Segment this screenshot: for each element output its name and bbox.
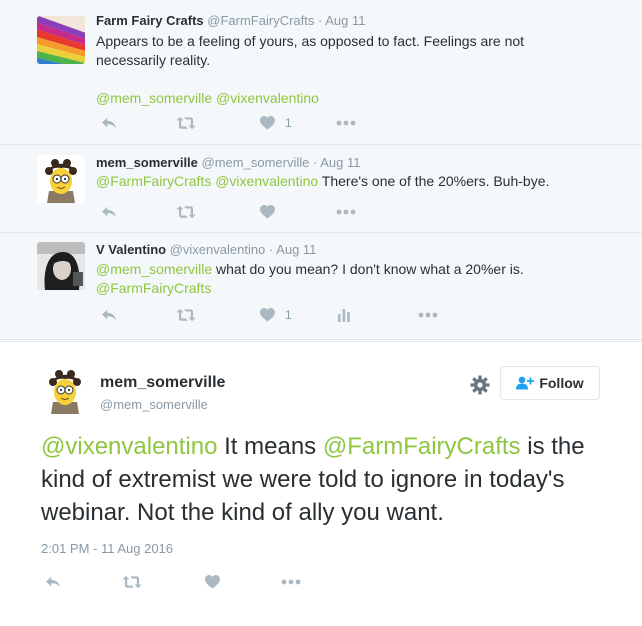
- like-count: 1: [285, 116, 292, 130]
- analytics-icon[interactable]: [338, 305, 350, 325]
- reply-mention[interactable]: @mem_somerville: [96, 261, 212, 277]
- author-name[interactable]: mem_somerville: [100, 374, 225, 392]
- tweet-mem-somerville[interactable]: mem_somerville @mem_somerville · Aug 11 …: [0, 145, 642, 233]
- retweet-icon[interactable]: [176, 113, 196, 133]
- heart-icon[interactable]: [205, 572, 220, 592]
- tweet-text-part: It means: [224, 433, 317, 460]
- like-count: 1: [285, 308, 292, 322]
- tweet-date[interactable]: Aug 11: [320, 155, 360, 170]
- add-user-icon: [516, 376, 535, 390]
- more-icon[interactable]: [418, 305, 438, 325]
- author-name[interactable]: Farm Fairy Crafts: [96, 13, 204, 28]
- tweet-date[interactable]: Aug 11: [276, 242, 316, 257]
- tweet-text: @vixenvalentino It means @FarmFairyCraft…: [41, 430, 611, 529]
- tweet-mention[interactable]: @FarmFairyCrafts: [96, 279, 616, 298]
- main-tweet: mem_somerville @mem_somerville Follow @v…: [0, 341, 642, 626]
- more-icon[interactable]: [336, 202, 356, 222]
- tweet-text: There's one of the 20%ers. Buh-bye.: [321, 173, 550, 189]
- author-handle[interactable]: @mem_somerville: [202, 155, 310, 170]
- tweet-timestamp[interactable]: 2:01 PM - 11 Aug 2016: [41, 541, 173, 556]
- retweet-icon[interactable]: [176, 202, 196, 222]
- reply-icon[interactable]: [100, 113, 118, 133]
- author-handle[interactable]: @mem_somerville: [100, 397, 208, 412]
- avatar[interactable]: [41, 366, 89, 414]
- avatar[interactable]: [37, 16, 85, 64]
- gear-icon[interactable]: [470, 375, 490, 400]
- reply-icon[interactable]: [100, 305, 118, 325]
- reply-icon[interactable]: [44, 572, 62, 592]
- heart-icon: [260, 308, 275, 322]
- conversation-thread: Farm Fairy Crafts @FarmFairyCrafts · Aug…: [0, 0, 642, 340]
- tweet-text: what do you mean? I don't know what a 20…: [216, 261, 524, 277]
- like-button[interactable]: 1: [260, 113, 292, 133]
- more-icon[interactable]: [336, 113, 356, 133]
- tweet-mention[interactable]: @FarmFairyCrafts: [323, 433, 521, 460]
- reply-mentions[interactable]: @FarmFairyCrafts @vixenvalentino: [96, 173, 318, 189]
- tweet-text: Appears to be a feeling of yours, as opp…: [96, 33, 525, 68]
- follow-label: Follow: [539, 375, 584, 391]
- more-icon[interactable]: [281, 572, 301, 592]
- follow-button[interactable]: Follow: [500, 366, 600, 400]
- retweet-icon[interactable]: [176, 305, 196, 325]
- reply-mentions[interactable]: @mem_somerville @vixenvalentino: [96, 89, 616, 108]
- heart-icon: [260, 116, 275, 130]
- tweet-mention[interactable]: @vixenvalentino: [41, 433, 217, 460]
- avatar[interactable]: [37, 242, 85, 290]
- retweet-icon[interactable]: [122, 572, 142, 592]
- author-name[interactable]: mem_somerville: [96, 155, 198, 170]
- reply-icon[interactable]: [100, 202, 118, 222]
- heart-icon[interactable]: [260, 202, 275, 222]
- author-handle[interactable]: @vixenvalentino: [170, 242, 266, 257]
- tweet-date[interactable]: Aug 11: [325, 13, 365, 28]
- author-name[interactable]: V Valentino: [96, 242, 166, 257]
- tweet-farm-fairy-crafts[interactable]: Farm Fairy Crafts @FarmFairyCrafts · Aug…: [0, 0, 642, 145]
- tweet-v-valentino[interactable]: V Valentino @vixenvalentino · Aug 11 @me…: [0, 233, 642, 340]
- avatar[interactable]: [37, 155, 85, 203]
- author-handle[interactable]: @FarmFairyCrafts: [207, 13, 314, 28]
- like-button[interactable]: 1: [260, 305, 292, 325]
